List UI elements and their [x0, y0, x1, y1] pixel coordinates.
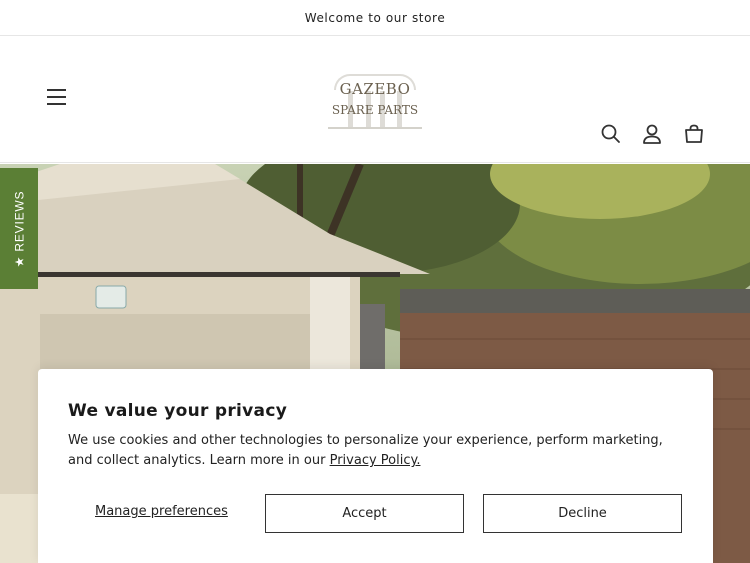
- privacy-policy-link[interactable]: Privacy Policy.: [330, 453, 421, 468]
- cookie-body: We use cookies and other technologies to…: [68, 431, 688, 471]
- reviews-tab-label: ★ REVIEWS: [12, 190, 27, 267]
- accept-button[interactable]: Accept: [265, 494, 464, 533]
- logo-base: [328, 127, 422, 129]
- announcement-text: Welcome to our store: [304, 10, 446, 25]
- decline-button[interactable]: Decline: [483, 494, 682, 533]
- logo-line-1: GAZEBO: [339, 80, 411, 98]
- cookie-title: We value your privacy: [68, 401, 288, 421]
- cookie-banner: We value your privacy We use cookies and…: [38, 369, 713, 563]
- announcement-bar: Welcome to our store: [0, 0, 750, 36]
- store-logo[interactable]: GAZEBO SPARE PARTS: [326, 69, 424, 133]
- search-icon[interactable]: [599, 122, 623, 146]
- reviews-tab[interactable]: ★ REVIEWS: [0, 168, 38, 289]
- account-icon[interactable]: [640, 122, 664, 146]
- logo-line-2: SPARE PARTS: [331, 103, 419, 117]
- menu-icon[interactable]: [40, 85, 72, 109]
- site-header: GAZEBO SPARE PARTS: [0, 36, 750, 163]
- cart-icon[interactable]: [682, 122, 706, 146]
- manage-preferences-link[interactable]: Manage preferences: [95, 504, 228, 519]
